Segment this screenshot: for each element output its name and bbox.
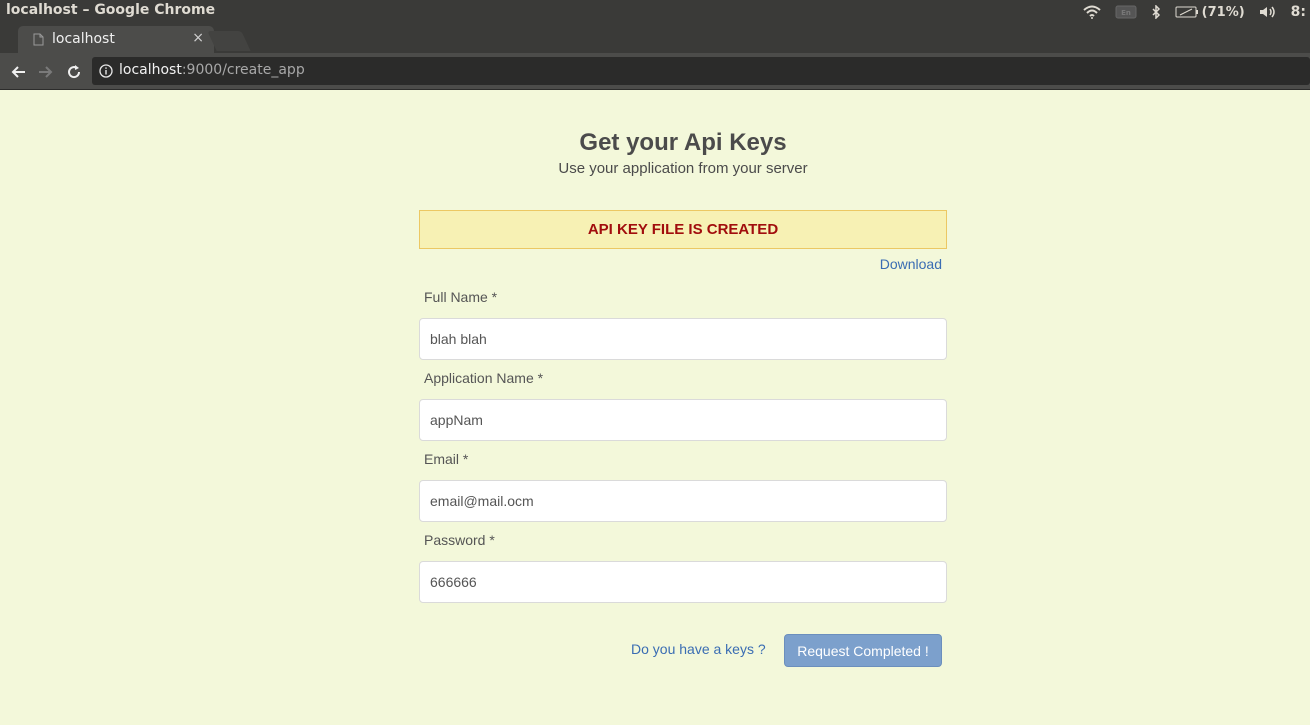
battery-icon <box>1175 6 1198 18</box>
forward-button[interactable] <box>35 61 57 83</box>
back-button[interactable] <box>7 61 29 83</box>
app-name-input[interactable] <box>419 399 947 441</box>
system-tray: En (71%) 8: <box>1082 0 1310 24</box>
bluetooth-icon[interactable] <box>1151 5 1161 19</box>
battery-indicator[interactable]: (71%) <box>1175 5 1245 20</box>
success-alert: API KEY FILE IS CREATED <box>419 210 947 249</box>
back-arrow-icon <box>11 66 25 78</box>
email-label: Email * <box>424 451 469 467</box>
page-title: Get your Api Keys <box>579 129 787 156</box>
tab-title: localhost <box>52 31 115 47</box>
alert-text: API KEY FILE IS CREATED <box>587 221 779 238</box>
email-input[interactable] <box>419 480 947 522</box>
reload-icon <box>68 65 81 79</box>
browser-toolbar: localhost:9000/create_app <box>0 53 1310 90</box>
url-host: localhost <box>119 62 182 78</box>
svg-text:En: En <box>1121 9 1131 17</box>
page-favicon <box>33 33 44 50</box>
address-bar[interactable]: localhost:9000/create_app <box>92 57 1310 85</box>
app-name-label: Application Name * <box>424 370 544 386</box>
url-text: localhost:9000/create_app <box>119 62 305 78</box>
reload-button[interactable] <box>63 61 85 83</box>
volume-icon[interactable] <box>1259 5 1277 19</box>
info-icon[interactable] <box>99 64 113 82</box>
have-keys-link[interactable]: Do you have a keys ? <box>631 641 766 657</box>
download-link[interactable]: Download <box>880 256 942 272</box>
tab-localhost[interactable]: localhost × <box>18 26 214 53</box>
clock[interactable]: 8: <box>1291 4 1306 20</box>
forward-arrow-icon <box>39 66 53 78</box>
url-path: :9000/create_app <box>181 62 305 78</box>
keyboard-icon[interactable]: En <box>1115 5 1137 19</box>
wifi-icon[interactable] <box>1082 5 1101 19</box>
page-content: Get your Api Keys Use your application f… <box>0 90 1310 725</box>
password-input[interactable] <box>419 561 947 603</box>
tab-strip: localhost × <box>0 24 1310 53</box>
password-label: Password * <box>424 532 495 548</box>
request-completed-button[interactable]: Request Completed ! <box>784 634 942 667</box>
battery-percentage: (71%) <box>1201 4 1245 20</box>
tab-close-icon[interactable]: × <box>192 30 204 46</box>
full-name-input[interactable] <box>419 318 947 360</box>
full-name-label: Full Name * <box>424 289 498 305</box>
window-titlebar: localhost – Google Chrome En (71%) 8: <box>0 0 1310 24</box>
window-title: localhost – Google Chrome <box>6 2 216 18</box>
page-subtitle: Use your application from your server <box>558 160 808 177</box>
